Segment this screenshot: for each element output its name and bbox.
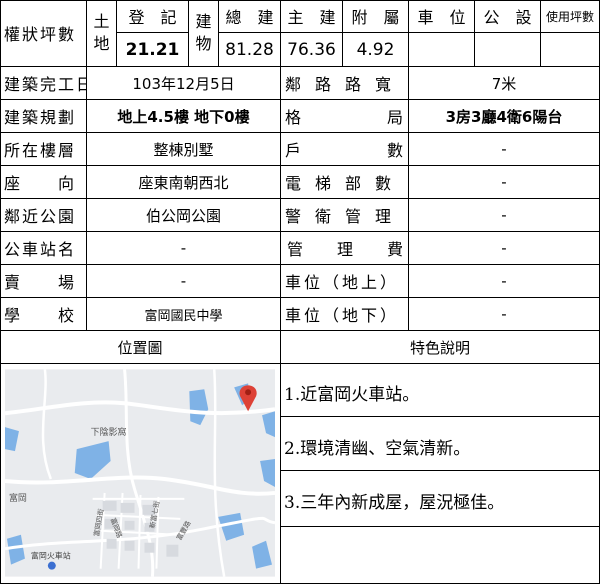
orientation-label: 座向	[0, 166, 87, 199]
map-cell: 下陰影窩 富岡 富岡火車站 富岡四街 新富七街 富岡路 富豐路	[0, 364, 281, 584]
map-label: 富岡火車站	[31, 551, 71, 561]
feature-item: 1.近富岡火車站。	[284, 385, 420, 405]
elevator-value: -	[409, 166, 600, 199]
map-label: 下陰影窩	[91, 426, 127, 438]
security-value: -	[409, 199, 600, 232]
public-area-value	[475, 33, 541, 67]
ancillary-value: 4.92	[343, 33, 409, 67]
households-value: -	[409, 133, 600, 166]
building-label: 建物	[189, 0, 219, 67]
parking-below-value: -	[409, 298, 600, 331]
total-building-value: 81.28	[219, 33, 281, 67]
map-label: 富岡	[9, 492, 27, 504]
land-area-value: 21.21	[117, 33, 189, 67]
school-label: 學校	[0, 298, 87, 331]
train-station-icon	[47, 561, 56, 570]
parking-area-value	[409, 33, 475, 67]
floor-value: 整棟別墅	[87, 133, 281, 166]
floor-label: 所在樓層	[0, 133, 87, 166]
feature-item: 3.三年內新成屋，屋況極佳。	[284, 493, 505, 513]
total-building-label: 總 建	[219, 0, 281, 33]
feature-item: 2.環境清幽、空氣清新。	[284, 439, 471, 459]
parking-above-label: 車位（地上）	[281, 265, 409, 298]
feature-divider	[281, 526, 599, 527]
orientation-value: 座東南朝西北	[87, 166, 281, 199]
land-register-label: 登 記	[117, 0, 189, 33]
parking-above-value: -	[409, 265, 600, 298]
elevator-label: 電梯部數	[281, 166, 409, 199]
building-plan-label: 建築規劃	[0, 100, 87, 133]
layout-label: 格局	[281, 100, 409, 133]
road-width-label: 鄰路路寬	[281, 67, 409, 100]
parking-area-label: 車 位	[409, 0, 475, 33]
security-label: 警衛管理	[281, 199, 409, 232]
bus-stop-label: 公車站名	[0, 232, 87, 265]
feature-divider	[281, 470, 599, 471]
main-building-label: 主 建	[281, 0, 343, 33]
park-label: 鄰近公園	[0, 199, 87, 232]
mall-label: 賣場	[0, 265, 87, 298]
feature-divider	[281, 416, 599, 417]
land-label: 土地	[87, 0, 117, 67]
area-label: 權狀坪數	[0, 0, 87, 67]
management-fee-label: 管理費	[281, 232, 409, 265]
property-info-sheet: 權狀坪數 土地 登 記 21.21 建物 總 建 81.28 主 建 76.36…	[0, 0, 600, 584]
main-building-value: 76.36	[281, 33, 343, 67]
completion-date-label: 建築完工日	[0, 67, 87, 100]
park-value: 伯公岡公園	[87, 199, 281, 232]
location-map[interactable]: 下陰影窩 富岡 富岡火車站 富岡四街 新富七街 富岡路 富豐路	[5, 369, 275, 577]
features-section-title: 特色說明	[281, 331, 600, 364]
layout-value: 3房3廳4衛6陽台	[409, 100, 600, 133]
public-area-label: 公 設	[475, 0, 541, 33]
completion-date-value: 103年12月5日	[87, 67, 281, 100]
building-plan-value: 地上4.5樓 地下0樓	[87, 100, 281, 133]
mall-value: -	[87, 265, 281, 298]
usable-area-value	[541, 33, 600, 67]
parking-below-label: 車位（地下）	[281, 298, 409, 331]
bus-stop-value: -	[87, 232, 281, 265]
road-width-value: 7米	[409, 67, 600, 100]
usable-area-label: 使用坪數	[541, 0, 600, 33]
ancillary-label: 附 屬	[343, 0, 409, 33]
management-fee-value: -	[409, 232, 600, 265]
map-section-title: 位置圖	[0, 331, 281, 364]
households-label: 戶數	[281, 133, 409, 166]
school-value: 富岡國民中學	[87, 298, 281, 331]
